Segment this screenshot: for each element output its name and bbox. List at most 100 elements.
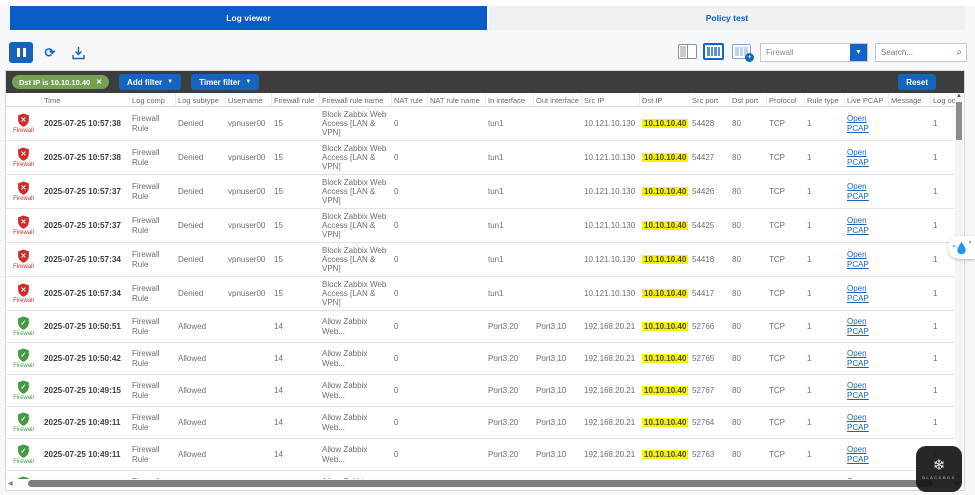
cell-time: 2025-07-25 10:57:38: [44, 118, 121, 128]
table-row[interactable]: ✕ Firewall 2025-07-25 10:57:34 Firewall Rul…: [6, 243, 957, 277]
cell-protocol: TCP: [769, 220, 785, 230]
table-row[interactable]: ✓ Firewall 2025-07-25 10:49:15 Firewall Rul…: [6, 375, 957, 407]
column-header[interactable]: Out interface: [534, 93, 582, 106]
cell-firewall-rule: 14: [274, 449, 283, 459]
open-pcap-link[interactable]: Open PCAP: [847, 216, 873, 234]
table-row[interactable]: ✕ Firewall 2025-07-25 10:57:34 Firewall Rul…: [6, 277, 957, 311]
cell-log-occurrence: 1: [933, 288, 938, 298]
cell-firewall-rule: 15: [274, 118, 283, 128]
assistant-widget[interactable]: [948, 236, 975, 259]
open-pcap-link[interactable]: Open PCAP: [847, 148, 873, 166]
column-header[interactable]: Message: [889, 93, 931, 106]
column-header[interactable]: Protocol: [767, 93, 805, 106]
open-pcap-link[interactable]: Open PCAP: [847, 445, 873, 463]
cell-rule-type: 1: [807, 118, 812, 128]
table-row[interactable]: ✓ Firewall 2025-07-25 10:49:11 Firewall Rul…: [6, 407, 957, 439]
column-header[interactable]: In interface: [486, 93, 534, 106]
table-row[interactable]: ✕ Firewall 2025-07-25 10:57:37 Firewall Rul…: [6, 209, 957, 243]
open-pcap-link[interactable]: Open PCAP: [847, 284, 873, 302]
cell-dst-ip: 10.10.10.40: [640, 220, 690, 231]
cell-dst-ip: 10.10.10.40: [640, 118, 690, 129]
svg-text:✕: ✕: [21, 219, 27, 226]
tab-log-viewer[interactable]: Log viewer: [10, 6, 487, 30]
table-row[interactable]: ✕ Firewall 2025-07-25 10:57:38 Firewall Rul…: [6, 141, 957, 175]
column-header[interactable]: Src port: [690, 93, 730, 106]
cell-dst-port: 80: [732, 385, 741, 395]
open-pcap-link[interactable]: Open PCAP: [847, 349, 873, 367]
column-header[interactable]: Firewall rule name: [320, 93, 392, 106]
table-row[interactable]: ✓ Firewall 2025-07-25 10:50:51 Firewall Rul…: [6, 311, 957, 343]
allowed-shield-icon: ✓: [18, 412, 29, 426]
table-row[interactable]: ✓ Firewall 2025-07-25 10:49:11 Firewall Rul…: [6, 439, 957, 471]
cell-log-occurrence: 1: [933, 118, 938, 128]
svg-text:✓: ✓: [21, 320, 27, 327]
module-select[interactable]: Firewall ▼: [760, 43, 868, 62]
cell-live-pcap: Open PCAP: [845, 182, 889, 200]
cell-live-pcap: Open PCAP: [845, 114, 889, 132]
cell-src-port: 52765: [692, 353, 715, 363]
column-header[interactable]: Rule type: [805, 93, 845, 106]
column-header[interactable]: Dst IP: [640, 93, 690, 106]
cell-log-subtype: Allowed: [178, 321, 207, 331]
column-header[interactable]: Username: [226, 93, 272, 106]
open-pcap-link[interactable]: Open PCAP: [847, 114, 873, 132]
table-row[interactable]: ✓ Firewall 2025-07-25 10:50:42 Firewall Rul…: [6, 343, 957, 375]
cell-nat-rule: 0: [394, 385, 399, 395]
reset-button[interactable]: Reset: [898, 74, 936, 90]
open-pcap-link[interactable]: Open PCAP: [847, 413, 873, 431]
column-header[interactable]: Log subtype: [176, 93, 226, 106]
svg-text:✓: ✓: [21, 384, 27, 391]
open-pcap-link[interactable]: Open PCAP: [847, 381, 873, 399]
horizontal-scroll-thumb[interactable]: [28, 480, 933, 487]
active-filter-chip[interactable]: Dst IP is 10.10.10.40 ✕: [12, 75, 110, 89]
dst-ip-highlight: 10.10.10.40: [642, 254, 689, 265]
tab-policy-test[interactable]: Policy test: [489, 6, 965, 30]
cell-nat-rule: 0: [394, 220, 399, 230]
export-button[interactable]: [67, 42, 89, 63]
scroll-up-icon[interactable]: ▲: [955, 93, 963, 99]
pause-button[interactable]: [9, 42, 33, 63]
column-header[interactable]: Firewall rule: [272, 93, 320, 106]
add-column-icon[interactable]: +: [732, 44, 754, 62]
dst-ip-highlight: 10.10.10.40: [642, 449, 689, 460]
open-pcap-link[interactable]: Open PCAP: [847, 317, 873, 335]
timer-filter-button[interactable]: Timer filter ▼: [191, 74, 260, 90]
cell-log-occurrence: 1: [933, 152, 938, 162]
cell-rule-type: 1: [807, 353, 812, 363]
row-icon-label: Firewall: [13, 229, 34, 236]
refresh-button[interactable]: ⟳: [39, 42, 61, 63]
search-input[interactable]: [876, 48, 957, 57]
cell-src-port: 54417: [692, 288, 715, 298]
column-header[interactable]: Src IP: [582, 93, 640, 106]
cell-src-ip: 10.121.10.130: [584, 118, 636, 128]
search-icon[interactable]: ⌕: [956, 47, 966, 58]
open-pcap-link[interactable]: Open PCAP: [847, 182, 873, 200]
vertical-scrollbar[interactable]: ▲ ▼: [955, 93, 963, 483]
dst-ip-highlight: 10.10.10.40: [642, 385, 689, 396]
column-view-icon[interactable]: [703, 43, 724, 60]
column-header[interactable]: NAT rule name: [428, 93, 486, 106]
cell-in-interface: Port3.20: [488, 449, 519, 459]
horizontal-scrollbar[interactable]: ◀ ▶: [6, 479, 964, 488]
row-icon-label: Firewall: [13, 394, 34, 401]
scroll-left-icon[interactable]: ◀: [8, 480, 13, 487]
table-row[interactable]: ✕ Firewall 2025-07-25 10:57:38 Firewall Rul…: [6, 107, 957, 141]
cell-log-occurrence: 1: [933, 321, 938, 331]
vertical-scroll-thumb[interactable]: [956, 102, 962, 140]
column-header[interactable]: NAT rule: [392, 93, 428, 106]
split-view-icon[interactable]: [678, 44, 697, 59]
cell-time: 2025-07-25 10:57:37: [44, 220, 121, 230]
column-header[interactable]: Live PCAP: [845, 93, 889, 106]
table-row[interactable]: ✕ Firewall 2025-07-25 10:57:37 Firewall Rul…: [6, 175, 957, 209]
open-pcap-link[interactable]: Open PCAP: [847, 250, 873, 268]
cell-dst-port: 80: [732, 321, 741, 331]
cell-src-port: 52763: [692, 449, 715, 459]
column-header-icon: [6, 93, 42, 106]
remove-filter-icon[interactable]: ✕: [96, 78, 102, 86]
add-filter-button[interactable]: Add filter ▼: [119, 74, 182, 90]
column-header[interactable]: Dst port: [730, 93, 767, 106]
column-header[interactable]: Time: [42, 93, 130, 106]
cell-src-ip: 10.121.10.130: [584, 288, 636, 298]
column-header[interactable]: Log comp: [130, 93, 176, 106]
tab-log-viewer-label: Log viewer: [226, 13, 271, 23]
